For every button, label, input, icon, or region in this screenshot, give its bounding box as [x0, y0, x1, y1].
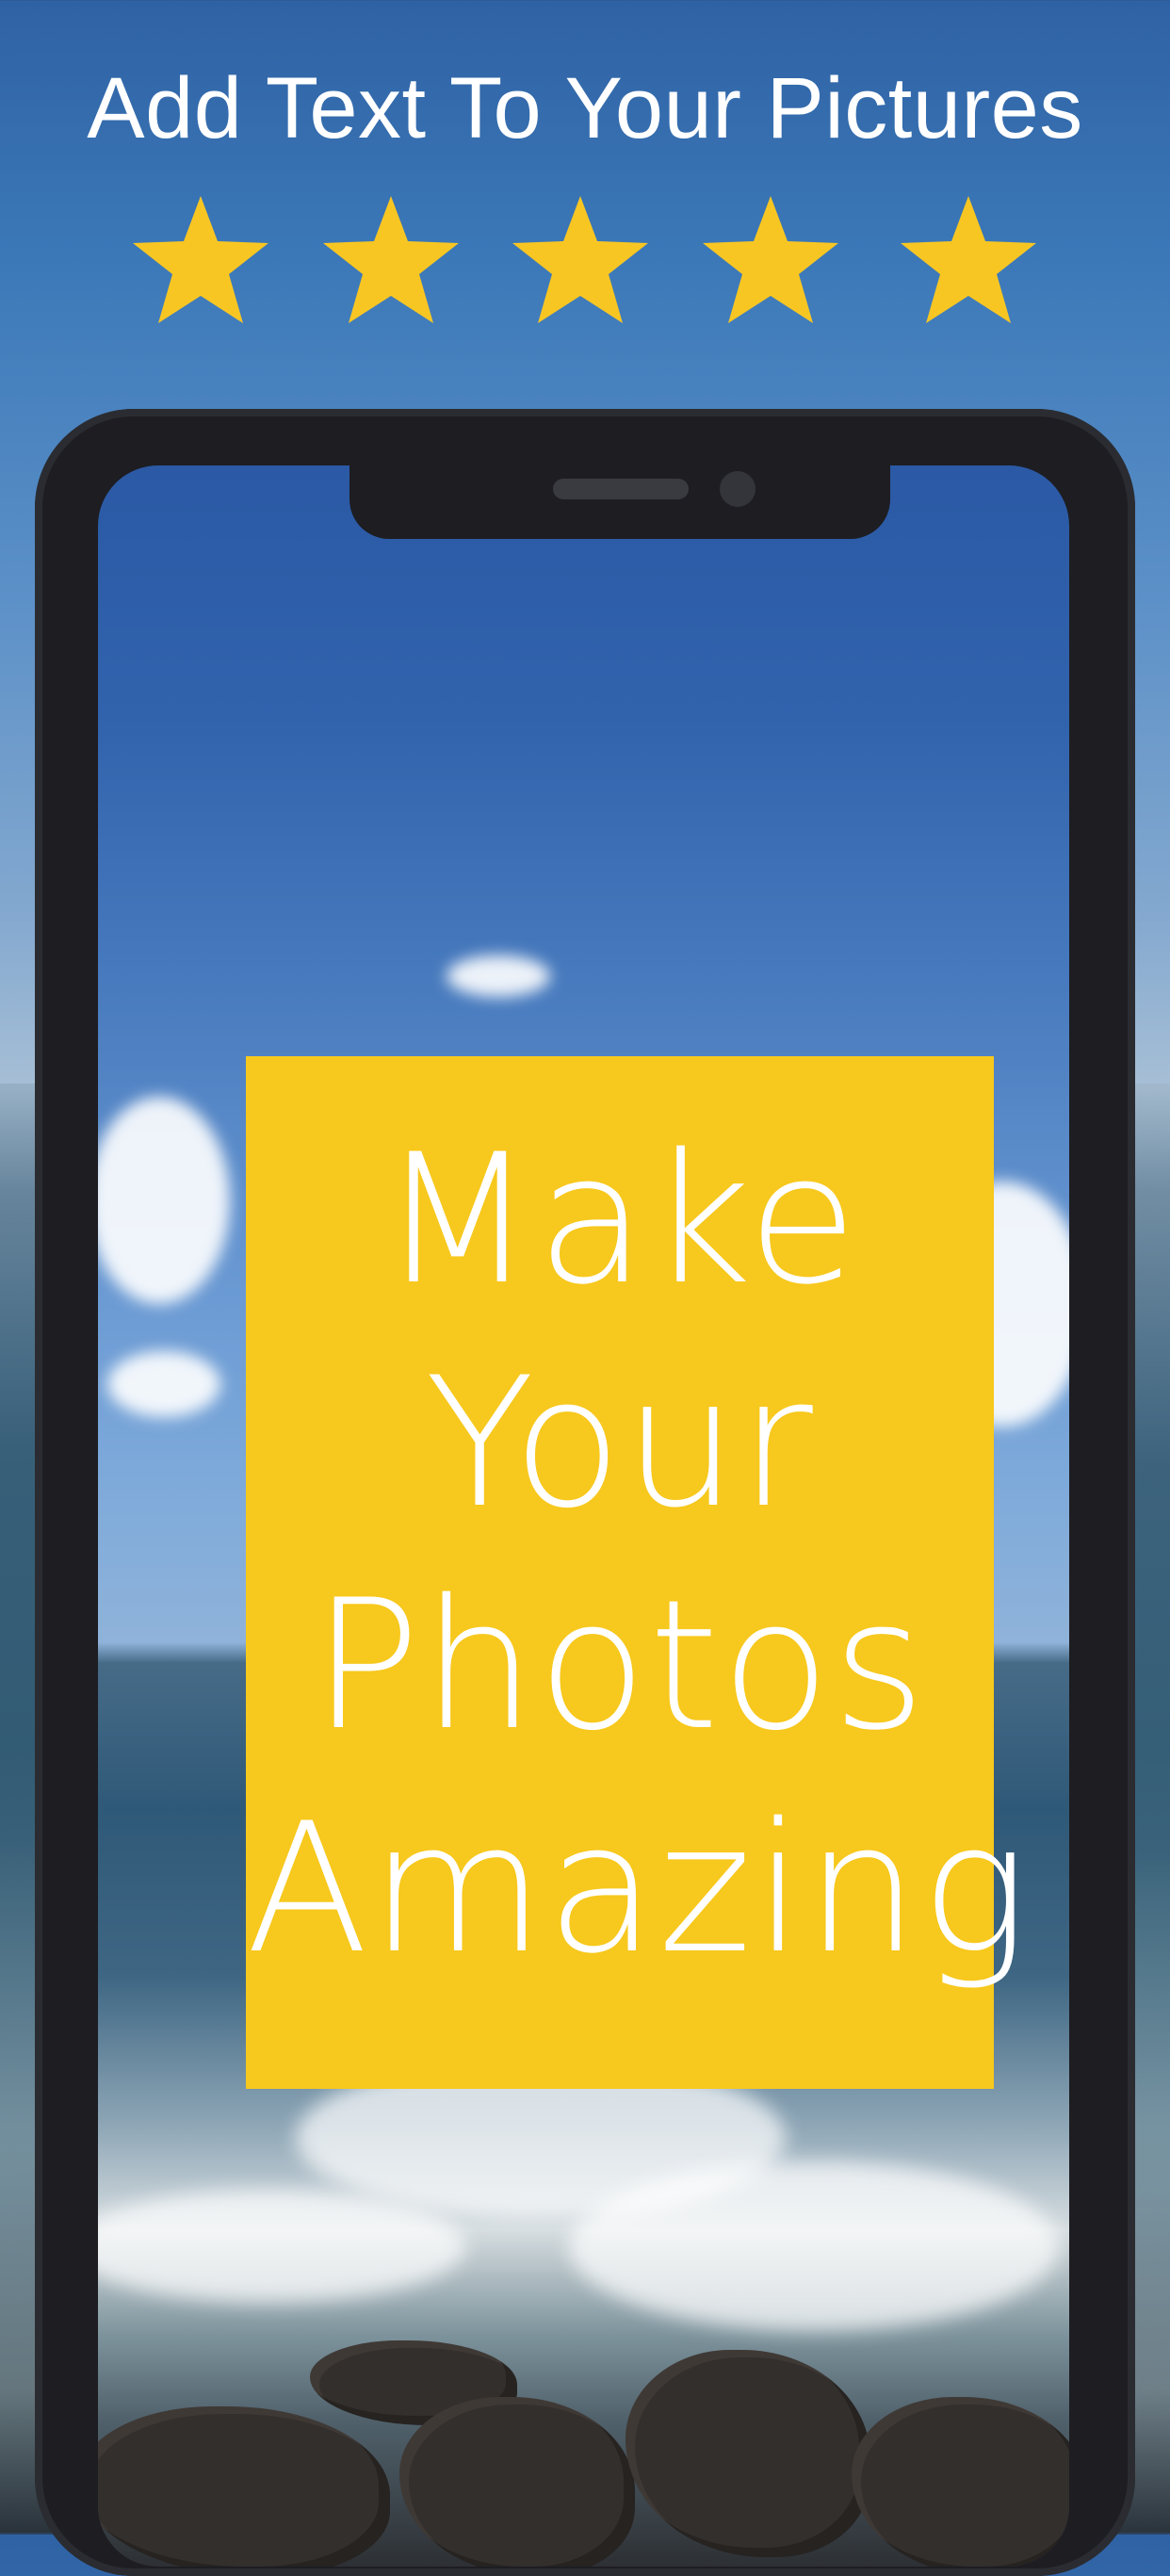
- cloud-shape: [98, 1097, 230, 1304]
- text-overlay-card[interactable]: Make Your Photos Amazing: [246, 1056, 1031, 2089]
- phone-screen: Make Your Photos Amazing: [98, 465, 1069, 2567]
- star-icon: [133, 196, 268, 323]
- phone-notch: [349, 465, 890, 539]
- overlay-text-line: Your: [425, 1339, 815, 1547]
- shore-rock: [399, 2397, 635, 2567]
- overlay-text-line: Amazing: [246, 1785, 1031, 1993]
- front-camera-icon: [720, 471, 756, 507]
- headline: Add Text To Your Pictures: [87, 60, 1083, 156]
- star-icon: [901, 196, 1036, 323]
- shore-rock: [98, 2406, 390, 2567]
- overlay-text-line: Photos: [312, 1561, 928, 1769]
- rating-stars: [0, 188, 1170, 323]
- overlay-text-line: Make: [380, 1116, 860, 1324]
- speaker-grille: [553, 479, 689, 499]
- star-icon: [512, 196, 648, 323]
- sea-foam: [569, 2161, 1059, 2331]
- phone-frame: Make Your Photos Amazing: [35, 409, 1135, 2576]
- shore-rock: [626, 2350, 870, 2557]
- cloud-shape: [107, 1351, 220, 1417]
- shore-rock: [852, 2397, 1069, 2567]
- star-icon: [323, 196, 459, 323]
- cloud-shape: [447, 955, 550, 997]
- sea-foam: [98, 2190, 465, 2303]
- star-icon: [703, 196, 838, 323]
